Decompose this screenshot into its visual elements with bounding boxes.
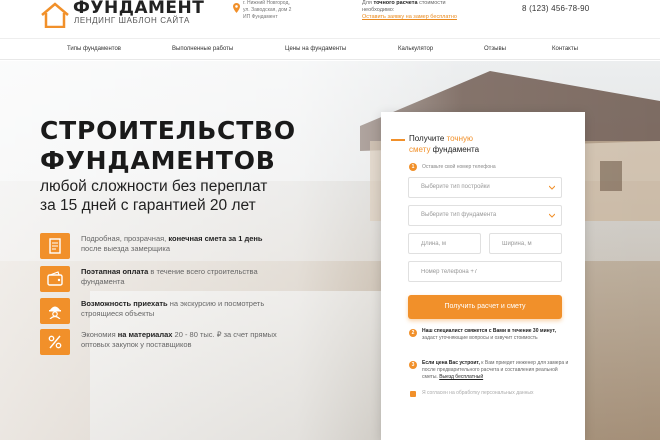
site-header: ФУНДАМЕНТ ЛЕНДИНГ ШАБЛОН САЙТА г. Нижний… [0, 0, 660, 38]
address-block: г. Нижний Новгород, ул. Заводская, дом 2… [233, 0, 333, 24]
worker-icon [40, 298, 70, 324]
address-line: г. Нижний Новгород, [243, 0, 290, 6]
address-line: ул. Заводская, дом 2 [243, 7, 292, 13]
header-phone[interactable]: 8 (123) 456-78-90 [522, 4, 589, 13]
length-input[interactable] [408, 233, 481, 254]
consent-text: Я согласен на обработку персональных дан… [422, 390, 534, 396]
feature-text: Экономия на материалах 20 - 80 тыс. ₽ за… [81, 330, 277, 349]
location-pin-icon [233, 3, 240, 13]
hero-title-line-2: ФУНДАМЕНТОВ [40, 146, 276, 175]
step-badge: 2 [409, 329, 417, 337]
wallet-icon [40, 266, 70, 292]
form-title: Получите точную смету фундамента [409, 134, 480, 154]
phone-input[interactable] [408, 261, 562, 282]
house-logo-icon [41, 2, 69, 28]
feature-text: Возможность приехать на экскурсию и посм… [81, 299, 265, 318]
feature-item: Поэтапная оплата в течение всего строите… [40, 266, 280, 292]
document-icon [40, 233, 70, 259]
feature-item: Экономия на материалах 20 - 80 тыс. ₽ за… [40, 329, 280, 355]
consent-checkbox-icon[interactable] [410, 391, 416, 397]
building-type-select[interactable]: Выберите тип постройки [408, 177, 562, 198]
nav-item-foundation-types[interactable]: Типы фундаментов [67, 46, 121, 52]
step2-text: Наш специалист свяжется с Вами в течение… [422, 328, 556, 341]
feature-item: Возможность приехать на экскурсию и посм… [40, 298, 280, 324]
feature-item: Подробная, прозрачная, конечная смета за… [40, 233, 280, 259]
hero-subtitle-line-2: за 15 дней с гарантией 20 лет [40, 197, 256, 214]
logo[interactable]: ФУНДАМЕНТ ЛЕНДИНГ ШАБЛОН САЙТА [40, 0, 215, 30]
width-input[interactable] [489, 233, 562, 254]
main-nav: Типы фундаментов Выполненные работы Цены… [0, 38, 660, 60]
hero-subtitle-line-1: любой сложности без переплат [40, 178, 268, 195]
get-estimate-button[interactable]: Получить расчет и смету [408, 295, 562, 319]
feature-text: Подробная, прозрачная, конечная смета за… [81, 234, 263, 253]
feature-text: Поэтапная оплата в течение всего строите… [81, 267, 258, 286]
step-badge: 3 [409, 361, 417, 369]
title-accent-line [391, 139, 405, 141]
step3-text: Если цена Вас устроит, к Вам приедет инж… [422, 360, 569, 380]
calc-note-line-2: необходимо: [362, 7, 395, 13]
address-line: ИП Фундамент [243, 14, 278, 20]
chevron-down-icon [549, 185, 555, 190]
hero-title-line-1: СТРОИТЕЛЬСТВО [40, 116, 296, 145]
percent-icon [40, 329, 70, 355]
estimate-form: Получите точную смету фундамента 1 Остав… [381, 112, 585, 440]
nav-item-calculator[interactable]: Калькулятор [398, 46, 433, 52]
chevron-down-icon [549, 213, 555, 218]
free-visit-link[interactable]: Выезд бесплатный [439, 374, 483, 380]
step-badge: 1 [409, 163, 417, 171]
foundation-type-select[interactable]: Выберите тип фундамента [408, 205, 562, 226]
nav-item-completed-works[interactable]: Выполненные работы [172, 46, 233, 52]
calc-note-line-1: Для точного расчета стоимости [362, 0, 446, 6]
brand-subtitle: ЛЕНДИНГ ШАБЛОН САЙТА [74, 16, 190, 25]
step1-hint: Оставьте свой номер телефона [422, 164, 496, 170]
nav-item-prices[interactable]: Цены на фундаменты [285, 46, 346, 52]
free-measurement-link[interactable]: Оставить заявку на замер бесплатно [362, 14, 457, 20]
nav-item-reviews[interactable]: Отзывы [484, 46, 506, 52]
nav-item-contacts[interactable]: Контакты [552, 46, 578, 52]
